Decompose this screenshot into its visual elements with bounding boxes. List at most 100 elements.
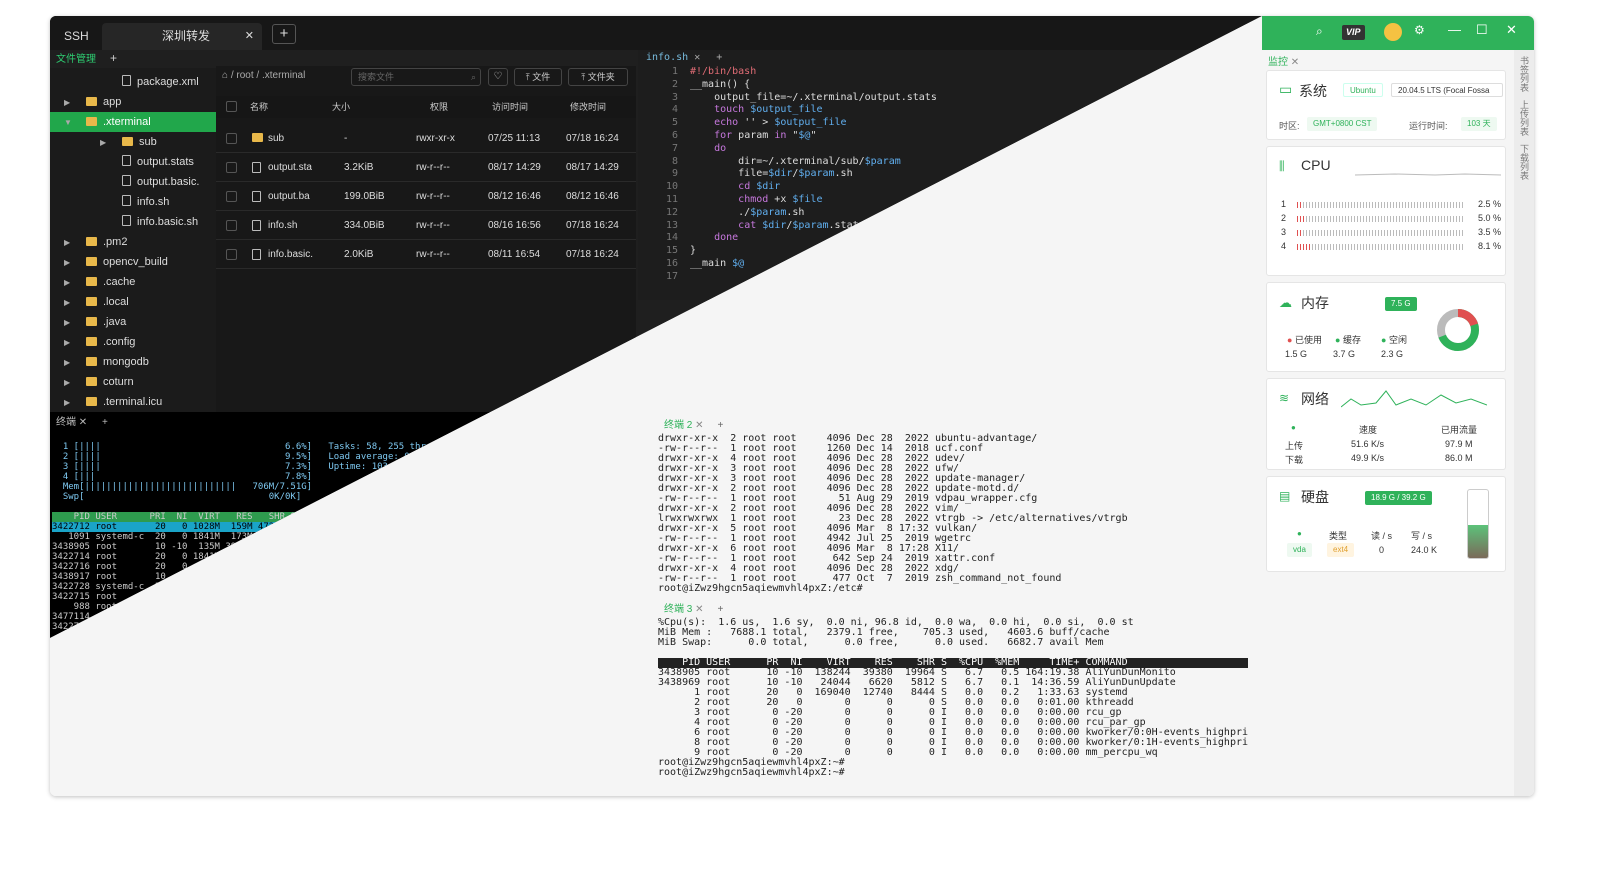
table-row[interactable]: info.sh 334.0BiB rw-r--r-- 08/16 16:56 07/18… [216, 211, 636, 240]
code-line[interactable]: file=$dir/$param.sh [690, 168, 852, 179]
close-window-icon[interactable]: ✕ [1506, 22, 1517, 38]
column-header[interactable]: 权限 [430, 96, 448, 118]
tree-item[interactable]: ▶ opencv_build [50, 252, 216, 272]
tree-item[interactable]: ▶ .pm2 [50, 232, 216, 252]
tab-terminal-3[interactable]: 终端 3 ✕ + [664, 600, 723, 615]
tree-item[interactable]: ▶ .terminal.icu [50, 392, 216, 412]
favorite-icon[interactable]: ♡ [488, 68, 508, 86]
code-line[interactable]: __main() { [690, 79, 750, 90]
tree-item[interactable]: ▶ .java [50, 312, 216, 332]
add-tab-button[interactable]: + [272, 24, 296, 44]
vip-badge[interactable]: VIP [1342, 25, 1365, 40]
right-rail-item[interactable]: 上传列表 [1518, 100, 1531, 136]
close-icon[interactable]: ✕ [1291, 57, 1299, 68]
search-icon[interactable]: ⌕ [1316, 24, 1323, 39]
code-line[interactable]: do [690, 143, 726, 154]
tree-item[interactable]: ▶ .cache [50, 272, 216, 292]
close-icon[interactable]: ✕ [694, 52, 700, 63]
chevron-right-icon[interactable]: ▶ [64, 393, 78, 413]
tab-editor-file[interactable]: info.sh ✕ + [646, 52, 722, 63]
tab-terminal-1[interactable]: 终端 ✕ + [56, 413, 108, 428]
code-line[interactable]: dir=~/.xterminal/sub/$param [690, 156, 901, 167]
add-icon[interactable]: + [102, 417, 108, 428]
terminal-3[interactable]: 终端 3 ✕ + %Cpu(s): 1.6 us, 1.6 sy, 0.0 ni,… [650, 596, 1250, 786]
minimize-icon[interactable]: — [1448, 22, 1461, 37]
code-line[interactable]: __main $@ [690, 258, 744, 269]
column-header[interactable]: 访问时间 [492, 96, 528, 118]
table-row[interactable]: info.basic. 2.0KiB rw-r--r-- 08/11 16:54 07/… [216, 240, 636, 269]
tree-item[interactable]: ▶ coturn [50, 372, 216, 392]
select-all-checkbox[interactable] [226, 101, 237, 112]
code-line[interactable]: #!/bin/bash [690, 66, 756, 77]
terminal-2[interactable]: 终端 2 ✕ + drwxr-xr-x 2 root root 4096 Dec … [650, 412, 1250, 594]
search-icon[interactable]: ⌕ [471, 69, 476, 85]
table-row[interactable]: output.ba 199.0BiB rw-r--r-- 08/12 16:46 08/… [216, 182, 636, 211]
tree-item[interactable]: ▶ app [50, 92, 216, 112]
tab-terminal-2[interactable]: 终端 2 ✕ + [664, 416, 723, 431]
code-line[interactable]: for param in "$@" [690, 130, 816, 141]
column-header[interactable]: 修改时间 [570, 96, 606, 118]
tab-active-session[interactable]: 深圳转发 ✕ [102, 23, 262, 50]
chevron-right-icon[interactable]: ▶ [100, 133, 114, 153]
table-row[interactable]: sub - rwxr-xr-x 07/25 11:13 07/18 16:24 [216, 124, 636, 153]
code-line[interactable]: ./$param.sh [690, 207, 804, 218]
code-line[interactable]: done [690, 232, 738, 243]
table-cell: 07/18 16:24 [566, 220, 619, 231]
tree-item[interactable]: ▶ .config [50, 332, 216, 352]
upload-folder-button[interactable]: ⤒ 文件夹 [568, 68, 628, 86]
chevron-right-icon[interactable]: ▶ [64, 253, 78, 273]
chevron-right-icon[interactable]: ▶ [64, 233, 78, 253]
tree-item[interactable]: output.stats [50, 152, 216, 172]
row-checkbox[interactable] [226, 191, 237, 202]
tree-item[interactable]: ▶ sub [50, 132, 216, 152]
tree-item[interactable]: ▶ mongodb [50, 352, 216, 372]
tab-file-manager[interactable]: 文件管理 [56, 54, 96, 65]
code-line[interactable]: echo '' > $output_file [690, 117, 846, 128]
tree-item[interactable]: ▶ .local [50, 292, 216, 312]
tree-item[interactable]: info.basic.sh [50, 212, 216, 232]
chevron-right-icon[interactable]: ▶ [64, 293, 78, 313]
chevron-right-icon[interactable]: ▶ [64, 373, 78, 393]
right-rail-item[interactable]: 书签列表 [1518, 56, 1531, 92]
tree-item[interactable]: output.basic. [50, 172, 216, 192]
code-line[interactable]: chmod +x $file [690, 194, 822, 205]
close-icon[interactable]: ✕ [245, 23, 254, 50]
tree-item[interactable]: info.sh [50, 192, 216, 212]
upload-file-button[interactable]: ⤒ 文件 [514, 68, 562, 86]
folder-icon [86, 337, 97, 346]
maximize-icon[interactable]: ☐ [1476, 22, 1488, 38]
chevron-right-icon[interactable]: ▼ [64, 113, 78, 133]
chevron-right-icon[interactable]: ▶ [64, 353, 78, 373]
code-line[interactable]: touch $output_file [690, 104, 822, 115]
chevron-right-icon[interactable]: ▶ [64, 333, 78, 353]
row-checkbox[interactable] [226, 133, 237, 144]
tree-item-label: info.sh [137, 196, 170, 208]
chevron-right-icon[interactable]: ▶ [64, 313, 78, 333]
gear-icon[interactable]: ⚙ [1414, 23, 1425, 37]
column-header[interactable]: 大小 [332, 96, 350, 118]
add-icon[interactable]: + [110, 51, 117, 65]
chevron-right-icon[interactable]: ▶ [64, 93, 78, 113]
add-icon[interactable]: + [716, 52, 722, 63]
tree-item[interactable]: ▼ .xterminal [50, 112, 216, 132]
disk-read: 0 [1379, 545, 1385, 555]
right-rail-item[interactable]: 下载列表 [1518, 144, 1531, 180]
tree-item[interactable]: package.xml [50, 72, 216, 92]
chevron-right-icon[interactable]: ▶ [64, 273, 78, 293]
table-row[interactable]: output.sta 3.2KiB rw-r--r-- 08/17 14:29 08/1… [216, 153, 636, 182]
avatar[interactable] [1384, 23, 1402, 41]
code-line[interactable]: cd $dir [690, 181, 780, 192]
search-input[interactable]: 搜索文件 ⌕ [351, 68, 481, 86]
code-line[interactable]: } [690, 245, 696, 256]
tab-monitor[interactable]: 监控 ✕ [1268, 53, 1299, 68]
add-icon[interactable]: + [718, 420, 724, 431]
add-icon[interactable]: + [718, 604, 724, 615]
home-icon[interactable]: ⌂ [222, 70, 231, 81]
column-header[interactable]: 名称 [250, 96, 268, 118]
breadcrumb-path[interactable]: / root / .xterminal [231, 70, 305, 81]
row-checkbox[interactable] [226, 162, 237, 173]
row-checkbox[interactable] [226, 249, 237, 260]
tab-ssh[interactable]: SSH [64, 23, 89, 50]
code-line[interactable]: output_file=~/.xterminal/output.stats [690, 92, 937, 103]
row-checkbox[interactable] [226, 220, 237, 231]
